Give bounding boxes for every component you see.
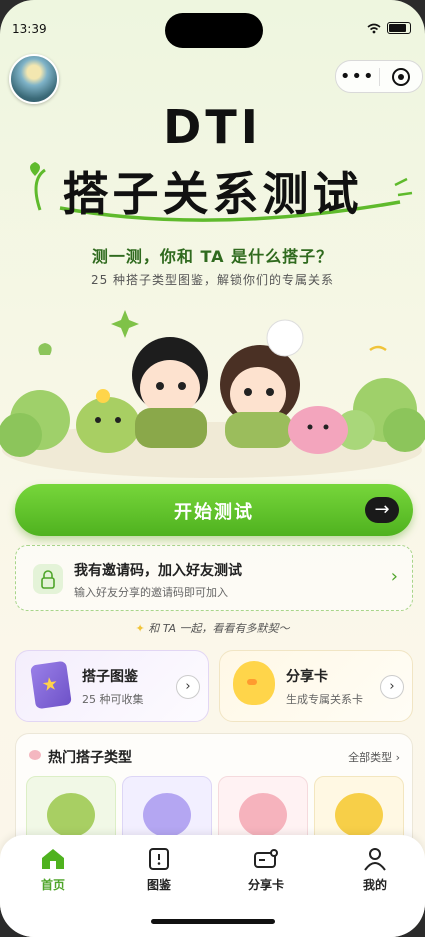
arrow-right-icon: → xyxy=(365,497,399,523)
person-icon xyxy=(362,847,388,871)
book-icon xyxy=(30,660,72,710)
sparkle-icon: ✦ xyxy=(135,622,149,635)
close-miniprogram-button[interactable] xyxy=(380,67,423,86)
share-card-title: 分享卡 xyxy=(286,669,328,685)
status-icons xyxy=(367,22,411,34)
gallery-card-sub: 25 种可收集 xyxy=(82,693,144,706)
tagline: ✦ 和 TA 一起，看看有多默契～ xyxy=(0,620,425,636)
book-icon xyxy=(146,847,172,871)
tab-gallery[interactable]: 图鉴 xyxy=(119,847,199,893)
lock-icon xyxy=(33,564,63,594)
share-card[interactable]: 分享卡 生成专属关系卡 › xyxy=(219,650,413,722)
share-card-sub: 生成专属关系卡 xyxy=(286,693,363,706)
tab-mine-label: 我的 xyxy=(362,878,387,892)
tagline-text: 和 TA 一起，看看有多默契～ xyxy=(148,622,290,635)
purple-blob-character xyxy=(143,793,191,837)
more-icon[interactable]: ••• xyxy=(336,61,379,92)
miniprogram-capsule: ••• xyxy=(335,60,423,93)
start-test-label: 开始测试 xyxy=(174,502,254,523)
tab-share[interactable]: 分享卡 xyxy=(226,847,306,893)
chevron-right-icon: › xyxy=(176,675,200,699)
chevron-right-icon: › xyxy=(390,566,398,587)
heart-icon xyxy=(29,750,41,760)
pink-bunny-character xyxy=(239,793,287,837)
tab-share-label: 分享卡 xyxy=(247,878,284,892)
app-screen: 13:39 ••• DTI 搭子关系测试 测一测，你和 TA 是什么搭子？ 25… xyxy=(0,0,425,937)
invite-desc: 输入好友分享的邀请码即可加入 xyxy=(74,586,228,599)
start-test-button[interactable]: 开始测试 → xyxy=(15,484,413,536)
intro-line1: 测一测，你和 TA 是什么搭子？ xyxy=(91,247,334,266)
chevron-right-icon: › xyxy=(380,675,404,699)
avatar[interactable] xyxy=(9,54,59,104)
dynamic-island xyxy=(165,13,263,48)
battery-icon xyxy=(387,22,411,34)
home-indicator xyxy=(151,919,275,924)
title-cn: 搭子关系测试 xyxy=(62,167,363,221)
title-en: DTI xyxy=(163,100,262,154)
target-icon xyxy=(391,67,410,86)
gallery-card-title: 搭子图鉴 xyxy=(82,669,138,685)
tab-home-label: 首页 xyxy=(40,878,65,892)
tab-gallery-label: 图鉴 xyxy=(146,878,171,892)
tab-mine[interactable]: 我的 xyxy=(335,847,415,893)
home-icon xyxy=(40,847,66,871)
status-time: 13:39 xyxy=(12,22,47,36)
invite-code-entry[interactable]: 我有邀请码，加入好友测试 输入好友分享的邀请码即可加入 › xyxy=(15,545,413,611)
yellow-bear-character xyxy=(335,793,383,837)
hot-types-title: 热门搭子类型 xyxy=(48,750,132,766)
tab-home[interactable]: 首页 xyxy=(13,847,93,893)
intro-line2: 25 种搭子类型图鉴，解锁你们的专属关系 xyxy=(90,273,335,287)
wifi-icon xyxy=(367,23,381,33)
chick-icon xyxy=(233,661,275,705)
hero-illustration xyxy=(0,310,425,478)
gallery-card[interactable]: 搭子图鉴 25 种可收集 › xyxy=(15,650,209,722)
all-types-link[interactable]: 全部类型 › xyxy=(348,749,400,765)
invite-title: 我有邀请码，加入好友测试 xyxy=(74,563,242,579)
card-icon xyxy=(253,847,279,871)
green-blob-character xyxy=(47,793,95,837)
